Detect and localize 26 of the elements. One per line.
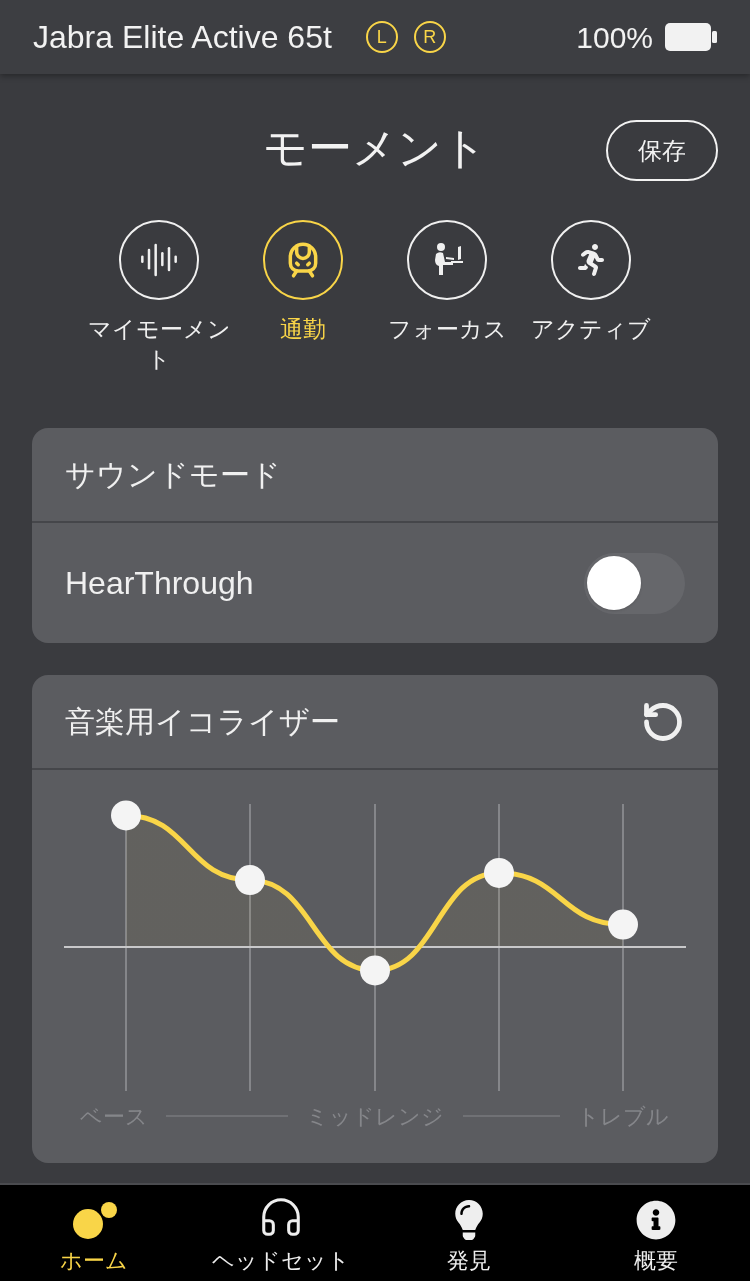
card-title: 音楽用イコライザー — [65, 704, 340, 740]
moment-label: 通勤 — [279, 315, 327, 344]
save-button[interactable]: 保存 — [606, 120, 718, 181]
tab-item[interactable]: 発見 — [375, 1185, 563, 1281]
band-handle[interactable] — [111, 800, 141, 831]
device-name: Jabra Elite Active 65t — [33, 18, 332, 57]
band-handle[interactable] — [608, 909, 638, 940]
moment-label: フォーカス — [386, 315, 508, 344]
tab-item[interactable]: ホーム — [0, 1185, 188, 1281]
moment-button[interactable] — [263, 220, 343, 300]
earbud-indicator: L — [365, 21, 398, 53]
battery-percentage: 100% — [576, 19, 653, 56]
tab-item[interactable]: ヘッドセット — [187, 1185, 375, 1281]
moment-label: マイモーメント — [87, 315, 231, 374]
info-icon — [636, 1200, 677, 1240]
hearthrough-label: HearThrough — [65, 564, 254, 603]
card-title: サウンドモード — [65, 457, 281, 493]
earbud-indicator: R — [413, 21, 446, 53]
band-handle[interactable] — [360, 955, 390, 986]
band-handle[interactable] — [235, 865, 265, 896]
page-title: モーメント — [263, 122, 487, 174]
tab-item[interactable]: 概要 — [562, 1185, 750, 1281]
band-handle[interactable] — [484, 857, 514, 888]
runner-icon — [575, 244, 607, 276]
moment-label: アクティブ — [530, 315, 652, 344]
battery-icon — [665, 23, 717, 51]
